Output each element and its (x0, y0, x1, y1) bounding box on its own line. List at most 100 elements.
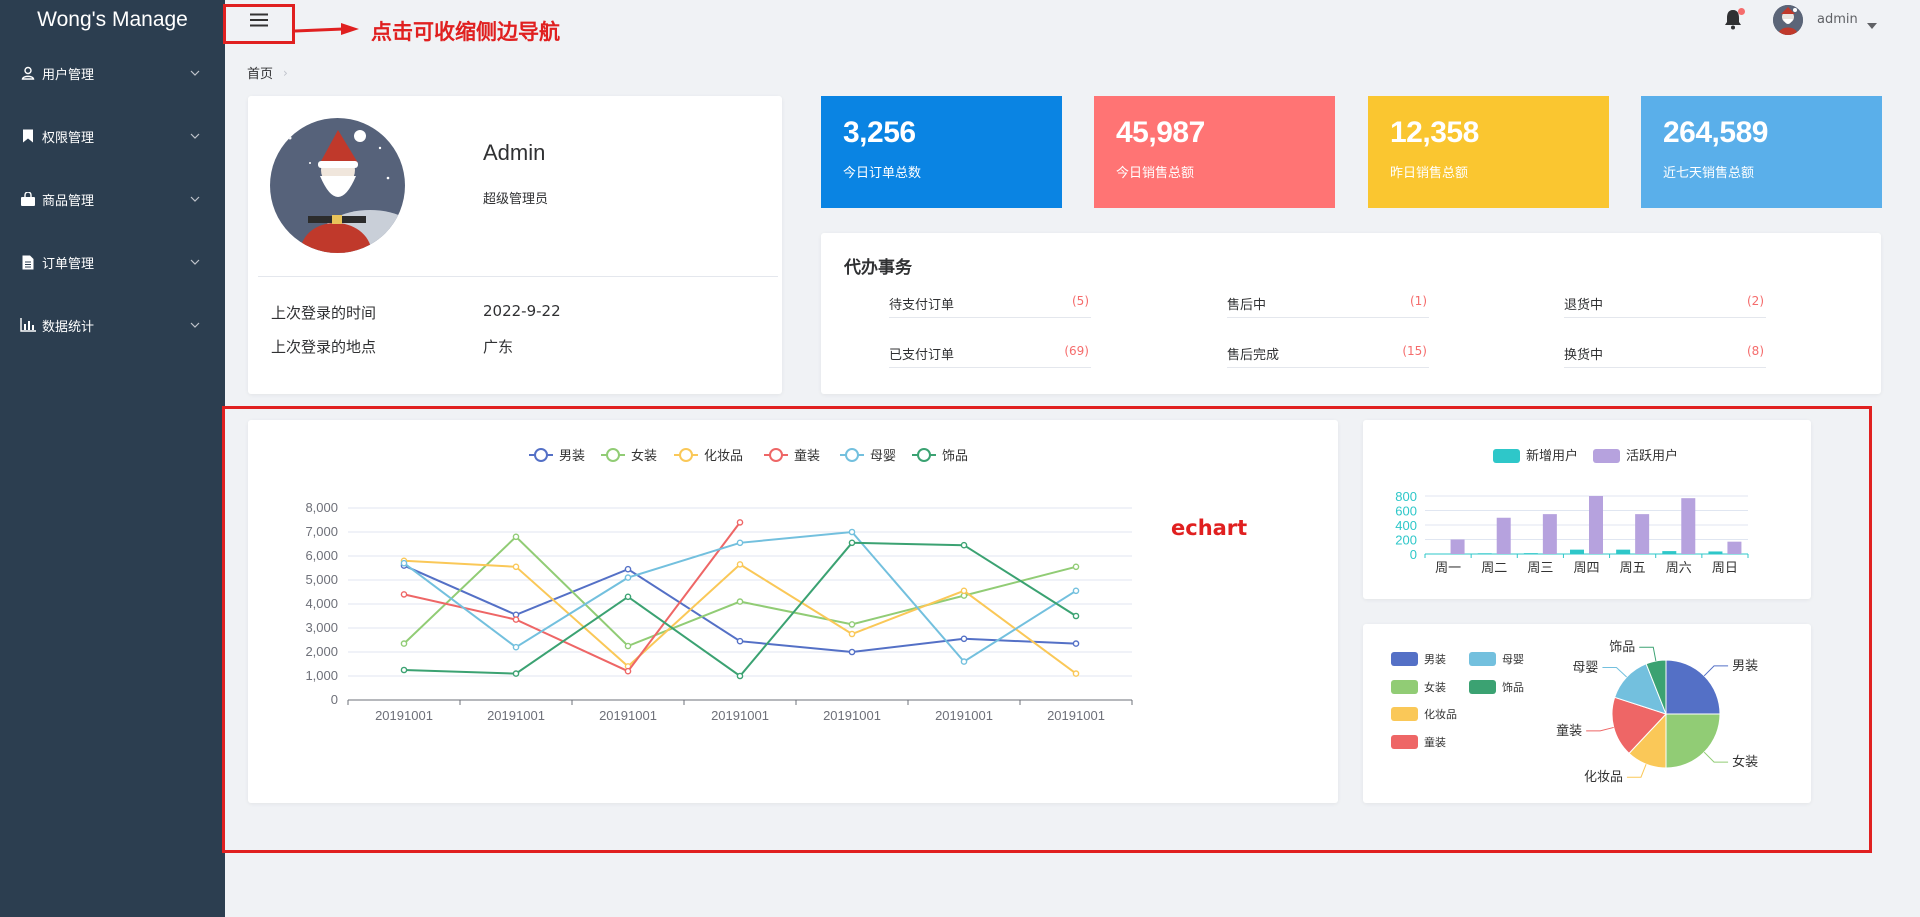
data-point (512, 616, 520, 623)
bar (1477, 553, 1492, 554)
notification-badge (1738, 8, 1745, 15)
profile-name: Admin (483, 140, 546, 165)
pie-label: 母婴 (1572, 659, 1598, 674)
user-bar-chart: 0200400600800 周一 周二 周三 周四 周五 周六 周日 新增用户 活跃用户 (1395, 448, 1749, 575)
user-icon (20, 65, 36, 81)
x-tick-label: 20191001 (935, 708, 993, 723)
sidebar: Wong's Manage 用户管理 权限管理 商品管理 订单管理 数据统计 (0, 0, 225, 917)
data-point (624, 574, 632, 581)
legend-marker (534, 448, 548, 462)
legend-marker (845, 448, 859, 462)
data-point (960, 635, 968, 643)
pie-leader-line (1626, 764, 1647, 778)
todo-item[interactable]: 待支付订单 (5) (889, 290, 1091, 318)
y-tick-label: 8,000 (305, 500, 338, 515)
sidebar-item-order-management[interactable]: 订单管理 (0, 242, 225, 282)
todo-item[interactable]: 换货中 (8) (1564, 340, 1766, 368)
y-tick-label: 7,000 (305, 524, 338, 539)
y-tick-label: 1,000 (305, 668, 338, 683)
sidebar-item-product-management[interactable]: 商品管理 (0, 179, 225, 219)
y-tick-label: 2,000 (305, 644, 338, 659)
caret-down-icon[interactable] (1867, 14, 1877, 29)
x-tick-label: 20191001 (711, 708, 769, 723)
data-point (1072, 640, 1080, 647)
bar (1570, 549, 1584, 554)
divider (258, 276, 778, 277)
todo-item-label: 售后中 (1227, 298, 1267, 313)
legend-item: 活跃用户 (1626, 448, 1678, 463)
data-point (736, 539, 744, 547)
pie-leader-line (1639, 646, 1657, 662)
bar-chart-card: 0 200 400 600 800 周一 周二 周三 周四 周五 周六 周日 新增用户 活跃用户 (1363, 420, 1811, 599)
bar (1616, 549, 1631, 554)
sidebar-item-data-statistics[interactable]: 数据统计 (0, 305, 225, 345)
bookmark-icon (20, 128, 36, 144)
legend-swatch (1391, 735, 1418, 749)
pie-label: 女装 (1732, 754, 1758, 769)
breadcrumb-home[interactable]: 首页 (247, 63, 273, 82)
data-point (624, 667, 632, 675)
legend-item: 饰品 (942, 448, 968, 463)
legend-item: 女装 (1424, 680, 1446, 694)
legend-item: 化妆品 (704, 448, 743, 463)
legend-swatch (1593, 449, 1620, 463)
data-point (960, 541, 968, 549)
pie-leader-line (1703, 751, 1729, 763)
chevron-right-icon: › (283, 65, 288, 80)
todo-item[interactable]: 售后中 (1) (1227, 290, 1429, 318)
breadcrumb: 首页 › (247, 63, 288, 83)
pie-leader-line (1602, 666, 1627, 678)
y-tick-label: 0 (331, 692, 338, 707)
data-point (736, 561, 744, 568)
data-point (400, 559, 408, 567)
chevron-down-icon (189, 319, 201, 331)
data-point (512, 643, 520, 651)
sidebar-toggle-button[interactable] (247, 5, 271, 35)
avatar[interactable] (1773, 5, 1803, 35)
x-tick-label: 周三 (1527, 560, 1553, 575)
data-point (1072, 563, 1080, 571)
todo-item[interactable]: 退货中 (2) (1564, 290, 1766, 318)
data-point (624, 642, 632, 650)
x-tick-label: 周六 (1666, 560, 1692, 575)
stat-label: 今日销售总额 (1116, 166, 1195, 181)
notification-button[interactable] (1723, 8, 1745, 32)
user-menu-name[interactable]: admin (1817, 12, 1858, 27)
sidebar-item-permission-management[interactable]: 权限管理 (0, 116, 225, 156)
legend-item: 男装 (1424, 653, 1446, 666)
stat-label: 近七天销售总额 (1663, 166, 1755, 181)
legend-marker (679, 448, 693, 462)
data-point (848, 630, 856, 638)
data-point (1072, 670, 1080, 677)
chevron-down-icon (189, 67, 201, 79)
legend-item: 化妆品 (1424, 707, 1457, 721)
document-icon (20, 254, 36, 270)
data-point (960, 658, 968, 665)
x-tick-label: 周一 (1435, 560, 1461, 575)
todo-item-label: 换货中 (1564, 348, 1604, 363)
todo-item-label: 售后完成 (1227, 348, 1280, 363)
x-tick-label: 周日 (1712, 560, 1738, 575)
legend-marker (606, 448, 620, 462)
profile-role: 超级管理员 (483, 192, 549, 207)
sidebar-item-label: 商品管理 (42, 193, 95, 209)
profile-card: Admin 超级管理员 上次登录的时间 2022-9-22 上次登录的地点 广东 (248, 96, 782, 394)
todo-item-label: 退货中 (1564, 298, 1604, 313)
chevron-down-icon (189, 130, 201, 142)
todo-item[interactable]: 已支付订单 (69) (889, 340, 1091, 368)
bar (1681, 498, 1696, 554)
todo-title: 代办事务 (844, 258, 912, 278)
pie-label: 饰品 (1609, 639, 1635, 654)
todo-item-count: (2) (1747, 294, 1764, 308)
todo-card: 代办事务 待支付订单 (5) 售后中 (1) 退货中 (2) 已支付订单 (69… (821, 233, 1881, 394)
x-tick-label: 20191001 (1047, 708, 1105, 723)
pie-label: 化妆品 (1584, 769, 1623, 784)
data-point (736, 637, 744, 645)
app-brand: Wong's Manage (37, 8, 188, 31)
sidebar-item-user-management[interactable]: 用户管理 (0, 53, 225, 93)
todo-item-label: 已支付订单 (889, 348, 955, 363)
data-point (1072, 612, 1080, 620)
legend-item: 饰品 (1502, 680, 1524, 694)
todo-item[interactable]: 售后完成 (15) (1227, 340, 1429, 368)
data-point (624, 565, 632, 573)
